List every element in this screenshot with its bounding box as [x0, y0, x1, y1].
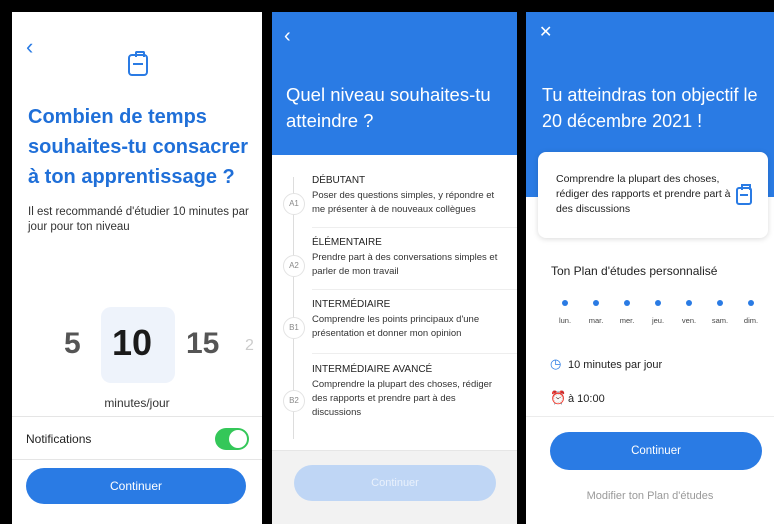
notifications-row: Notifications [12, 416, 262, 460]
continue-button[interactable]: Continuer [550, 432, 762, 470]
day-label: lun. [558, 316, 572, 325]
day-dot [717, 300, 723, 306]
back-chevron-icon[interactable]: ‹ [26, 36, 33, 58]
day-dot [562, 300, 568, 306]
briefcase-icon [128, 51, 148, 76]
level-description: Comprendre la plupart des choses, rédige… [312, 379, 493, 418]
picker-selected-option[interactable]: 10 [112, 322, 152, 364]
header-banner: ‹ Quel niveau souhaites-tu atteindre ? [272, 12, 517, 155]
day-dot [655, 300, 661, 306]
screen-study-plan: ✕ Tu atteindras ton objectif le 20 décem… [526, 12, 774, 524]
picker-option[interactable]: 15 [186, 327, 219, 361]
level-code-badge: A1 [283, 193, 305, 215]
screen-level: ‹ Quel niveau souhaites-tu atteindre ? A… [272, 12, 517, 524]
day-dot [593, 300, 599, 306]
day-item: jeu. [643, 300, 673, 325]
back-chevron-icon[interactable]: ‹ [284, 26, 291, 46]
picker-option[interactable]: 5 [64, 327, 81, 361]
reminder-time-text: à 10:00 [568, 393, 605, 405]
day-item: sam. [705, 300, 735, 325]
day-item: mer. [612, 300, 642, 325]
goal-card: Comprendre la plupart des choses, rédige… [538, 152, 768, 238]
alarm-icon: ⏰ [550, 390, 567, 405]
notifications-label: Notifications [26, 432, 92, 446]
reminder-row: ⏰ à 10:00 [550, 390, 605, 406]
goal-text: Comprendre la plupart des choses, rédige… [556, 173, 731, 215]
level-name: DÉBUTANT [312, 175, 366, 186]
day-label: mar. [588, 316, 604, 325]
day-label: jeu. [651, 316, 665, 325]
modify-plan-link[interactable]: Modifier ton Plan d'études [526, 490, 774, 502]
screen-study-time: ‹ Combien de temps souhaites-tu consacre… [12, 12, 262, 524]
divider [526, 416, 774, 417]
level-description: Comprendre les points principaux d'une p… [312, 314, 480, 339]
day-dot [624, 300, 630, 306]
level-code-badge: B1 [283, 317, 305, 339]
notifications-toggle[interactable] [215, 428, 249, 450]
level-description: Poser des questions simples, y répondre … [312, 190, 495, 215]
close-icon[interactable]: ✕ [539, 22, 552, 42]
weekday-schedule: lun. mar. mer. jeu. ven. sam. dim. [550, 300, 772, 340]
day-item: ven. [674, 300, 704, 325]
page-title: Tu atteindras ton objectif le 20 décembr… [542, 85, 758, 131]
day-label: ven. [681, 316, 697, 325]
day-item: mar. [581, 300, 611, 325]
briefcase-icon [736, 184, 752, 205]
continue-button[interactable]: Continuer [26, 468, 246, 504]
time-per-day-row: ◷ 10 minutes par jour [550, 356, 662, 372]
divider [312, 227, 517, 228]
page-title: Quel niveau souhaites-tu atteindre ? [286, 84, 491, 131]
recommendation-text: Il est recommandé d'étudier 10 minutes p… [28, 206, 249, 233]
minutes-picker[interactable]: 5 10 15 2 [12, 307, 262, 387]
day-label: mer. [619, 316, 635, 325]
level-name: ÉLÉMENTAIRE [312, 237, 382, 248]
time-per-day-text: 10 minutes par jour [568, 359, 663, 371]
day-item: dim. [736, 300, 766, 325]
divider [312, 353, 517, 354]
page-title: Combien de temps souhaites-tu consacrer … [28, 106, 249, 188]
day-label: sam. [711, 316, 729, 325]
divider [312, 289, 517, 290]
picker-unit-label: minutes/jour [104, 396, 170, 410]
level-code-badge: B2 [283, 390, 305, 412]
clock-icon: ◷ [550, 356, 562, 371]
plan-title: Ton Plan d'études personnalisé [551, 264, 718, 278]
day-dot [686, 300, 692, 306]
day-label: dim. [743, 316, 759, 325]
level-code-badge: A2 [283, 255, 305, 277]
continue-button-disabled[interactable]: Continuer [294, 465, 496, 501]
level-name: INTERMÉDIAIRE [312, 299, 391, 310]
day-item: lun. [550, 300, 580, 325]
level-name: INTERMÉDIAIRE AVANCÉ [312, 364, 433, 375]
day-dot [748, 300, 754, 306]
level-description: Prendre part à des conversations simples… [312, 252, 498, 277]
picker-option-partial[interactable]: 2 [245, 337, 254, 355]
